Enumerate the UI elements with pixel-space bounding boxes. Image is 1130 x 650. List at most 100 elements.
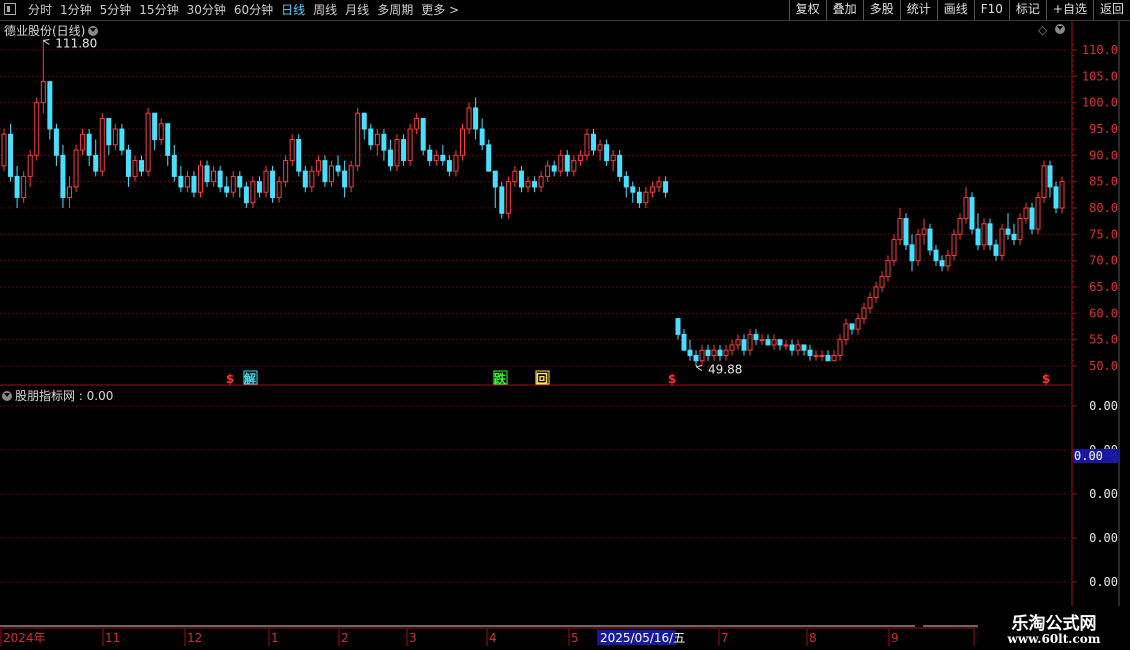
candle-body xyxy=(927,228,933,251)
candle-body xyxy=(819,354,825,357)
candle-body xyxy=(171,154,177,177)
candle-body xyxy=(783,344,789,347)
candle-body xyxy=(993,244,999,256)
dropdown-circle-icon[interactable] xyxy=(88,26,99,36)
period-tab[interactable]: 5分钟 xyxy=(100,2,132,18)
candle-body xyxy=(837,339,843,356)
period-tab[interactable]: 月线 xyxy=(345,2,369,18)
menu-icon[interactable] xyxy=(4,3,16,15)
candle-body xyxy=(921,228,927,235)
candle-body xyxy=(211,170,217,183)
candle-body xyxy=(145,112,151,172)
candle-body xyxy=(855,318,861,330)
candle-body xyxy=(571,160,577,172)
candle-body xyxy=(158,123,164,141)
candle-body xyxy=(623,175,629,188)
y-tick-label: 80.0 xyxy=(1089,201,1118,215)
watermark-title: 乐淘公式网 xyxy=(1011,614,1097,634)
candle-body xyxy=(987,223,993,246)
toolbar-button[interactable]: 标记 xyxy=(1008,0,1046,20)
signal-marker: $ xyxy=(668,372,676,386)
main-panel-title[interactable]: 德业股份(日线) xyxy=(4,22,99,39)
candle-body xyxy=(47,81,53,130)
period-tab[interactable]: 15分钟 xyxy=(139,2,178,18)
chart-axes xyxy=(0,21,1130,629)
period-tab[interactable]: 多周期 xyxy=(377,2,413,18)
toolbar-button[interactable]: 统计 xyxy=(899,0,937,20)
sub-y-tick-label: 0.00 xyxy=(1089,399,1118,413)
candle-body xyxy=(1,133,7,167)
candle-body xyxy=(957,218,963,235)
y-tick-label: 65.0 xyxy=(1089,280,1118,294)
toolbar-button[interactable]: 叠加 xyxy=(825,0,863,20)
candle-body xyxy=(355,112,361,167)
candle-body xyxy=(969,196,975,230)
kline-chart[interactable]: 110.0 105.0 100.0 95.0 90.0 85.0 80.0 75.0 70.0 6… xyxy=(0,21,1130,650)
candle-body xyxy=(27,154,33,177)
candle-body xyxy=(591,133,596,151)
candle-body xyxy=(1005,228,1011,235)
date-label: 2025/05/16/五 xyxy=(600,631,685,645)
diamond-icon[interactable]: ◇ xyxy=(1038,23,1047,37)
toolbar-button[interactable]: 多股 xyxy=(862,0,900,20)
dropdown-circle-icon[interactable] xyxy=(2,391,12,401)
candle-body xyxy=(139,160,145,172)
toolbar-button[interactable]: 返回 xyxy=(1092,0,1130,20)
signal-marker: $ xyxy=(1042,372,1050,386)
candle-body xyxy=(309,170,315,188)
candle-body xyxy=(909,244,915,262)
period-tab[interactable]: 周线 xyxy=(313,2,337,18)
candle-body xyxy=(361,112,367,130)
candle-body xyxy=(604,144,610,162)
collapse-circle-icon[interactable] xyxy=(1055,22,1065,36)
candle-body xyxy=(813,354,819,357)
candle-body xyxy=(505,181,511,214)
period-tab[interactable]: 60分钟 xyxy=(234,2,273,18)
toolbar-button[interactable]: +自选 xyxy=(1045,0,1093,20)
candle-body xyxy=(1059,181,1065,209)
y-tick-label: 55.0 xyxy=(1089,333,1118,347)
period-tab[interactable]: 30分钟 xyxy=(187,2,226,18)
candle-body xyxy=(699,349,705,362)
candle-body xyxy=(401,139,407,162)
candle-body xyxy=(753,333,759,341)
sub-panel-title[interactable]: 股朋指标网 : 0.00 xyxy=(2,387,113,404)
candle-body xyxy=(296,139,302,172)
y-tick-label: 70.0 xyxy=(1089,254,1118,268)
candle-body xyxy=(499,186,505,214)
period-tab[interactable]: 日线 xyxy=(281,2,305,18)
period-tab[interactable]: 更多 > xyxy=(421,2,459,18)
candle-body xyxy=(649,186,655,193)
toolbar-button[interactable]: 复权 xyxy=(788,0,826,20)
date-label: 12 xyxy=(187,631,202,645)
candle-body xyxy=(525,181,531,188)
y-tick-label: 105.0 xyxy=(1082,69,1118,83)
candle-body xyxy=(1017,218,1023,241)
candlestick-series xyxy=(1,39,1065,366)
candle-body xyxy=(897,218,903,241)
candle-body xyxy=(132,160,138,177)
candle-body xyxy=(735,339,741,346)
candle-body xyxy=(723,349,729,356)
stock-title: 德业股份(日线) xyxy=(4,24,86,38)
period-tab[interactable]: 分时 xyxy=(28,2,52,18)
toolbar-button[interactable]: F10 xyxy=(973,0,1009,20)
candle-body xyxy=(440,154,446,162)
candle-body xyxy=(335,165,341,172)
candle-body xyxy=(825,354,831,362)
toolbar-button[interactable]: 画线 xyxy=(936,0,974,20)
candle-body xyxy=(711,349,717,356)
date-label: 9 xyxy=(891,631,899,645)
period-tab[interactable]: 1分钟 xyxy=(60,2,92,18)
sub-y-tick-label: 0.00 xyxy=(1089,487,1118,501)
candle-body xyxy=(610,154,616,162)
candle-body xyxy=(67,186,72,198)
candle-body xyxy=(551,165,557,172)
indicator-title: 股朋指标网 : 0.00 xyxy=(15,389,114,403)
candle-body xyxy=(407,128,413,162)
candle-body xyxy=(945,254,951,267)
candle-body xyxy=(184,175,190,188)
y-tick-label: 50.0 xyxy=(1089,359,1118,373)
watermark: 乐淘公式网 www.60lt.com xyxy=(978,606,1130,650)
candle-body xyxy=(125,149,131,177)
